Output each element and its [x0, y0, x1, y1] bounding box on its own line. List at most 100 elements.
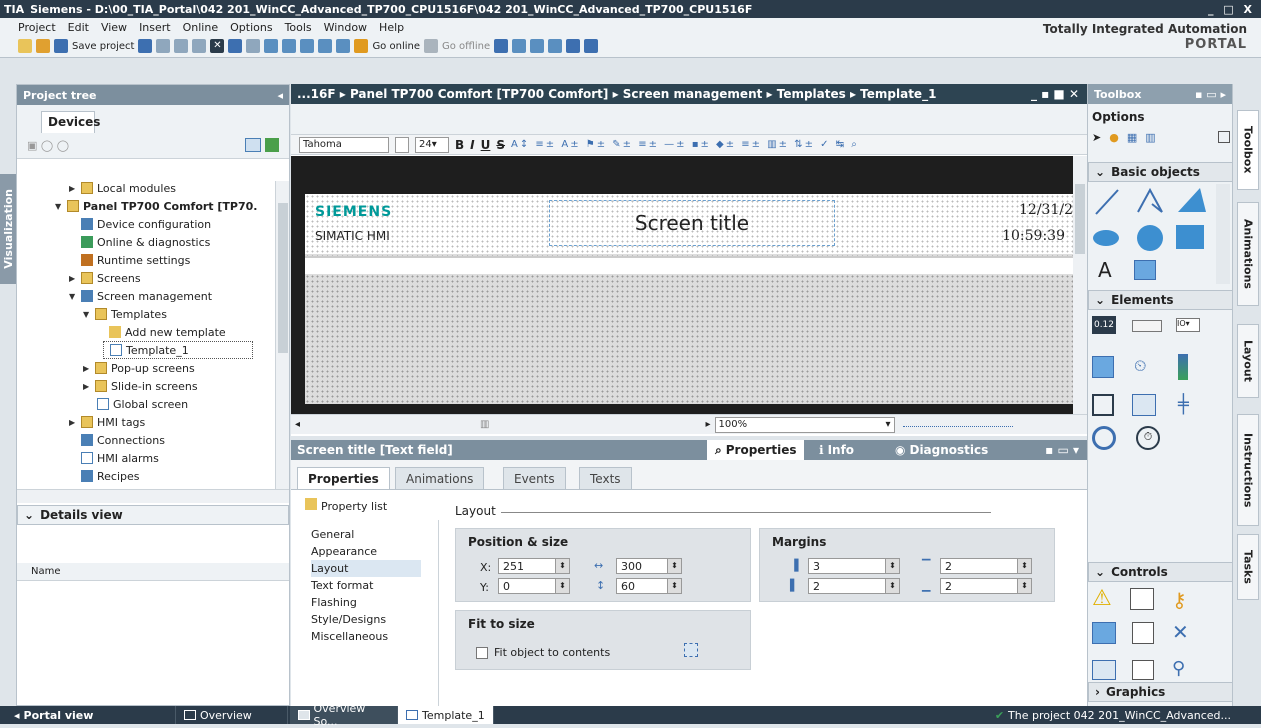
tab-toolbox[interactable]: Toolbox — [1237, 110, 1259, 190]
basic-objects-header[interactable]: ⌄ Basic objects — [1088, 162, 1233, 182]
download-icon[interactable] — [282, 39, 297, 53]
controls-header[interactable]: ⌄ Controls — [1088, 562, 1233, 582]
go-online-button[interactable]: Go online — [372, 41, 420, 52]
polygon-tool-icon[interactable] — [1178, 188, 1206, 212]
strikethrough-button[interactable]: S — [496, 138, 505, 152]
tree-template-1[interactable]: Template_1 — [103, 341, 253, 359]
tab-properties-top[interactable]: ⌕ Properties — [707, 440, 805, 460]
undo-icon[interactable] — [228, 39, 243, 53]
font-picker-icon[interactable] — [395, 136, 409, 153]
redo-icon[interactable] — [246, 39, 261, 53]
tree-hmi-tags[interactable]: ▶ HMI tags — [69, 413, 145, 431]
tree-panel[interactable]: ▼ Panel TP700 Comfort [TP70. — [55, 197, 257, 215]
underline-button[interactable]: U — [481, 138, 491, 152]
y-input[interactable]: 0 ⬍ — [498, 578, 570, 594]
sm-view-icon[interactable]: ✕ — [1172, 620, 1189, 644]
tab-events[interactable]: Events — [503, 467, 566, 489]
overview-screens-tab[interactable]: Overview So... — [290, 702, 398, 728]
symbol-library-icon[interactable] — [1132, 394, 1156, 416]
breadcrumb[interactable]: ...16F ▸ Panel TP700 Comfort [TP700 Comf… — [297, 87, 936, 101]
stop-cpu-icon[interactable] — [548, 39, 563, 53]
gauge-icon[interactable] — [1092, 426, 1116, 450]
zoom-slider[interactable] — [902, 423, 1013, 427]
basic-scroll[interactable] — [1216, 184, 1230, 284]
user-view-icon[interactable]: ⚷ — [1172, 588, 1187, 612]
screen-title-field[interactable]: Screen title — [549, 200, 835, 246]
simulate-icon[interactable] — [318, 39, 333, 53]
bold-button[interactable]: B — [455, 138, 464, 152]
button-icon[interactable] — [1132, 320, 1162, 332]
tree-recipes[interactable]: Recipes — [81, 467, 140, 485]
overview-icon[interactable]: ▣ ◯ ◯ — [27, 139, 69, 152]
tree-hscroll[interactable] — [17, 489, 289, 503]
tree-screens[interactable]: ▶ Screens — [69, 269, 141, 287]
compile-icon[interactable] — [264, 39, 279, 53]
symbolic-io-icon[interactable]: IO▾ — [1176, 318, 1200, 332]
trend-view-icon[interactable] — [1130, 588, 1154, 610]
date-time-field-icon[interactable]: ⏲ — [1134, 356, 1146, 376]
tree-screen-mgmt[interactable]: ▼ Screen management — [69, 287, 212, 305]
open-project-icon[interactable] — [36, 39, 50, 53]
menu-flashing[interactable]: Flashing — [311, 594, 421, 611]
menu-general[interactable]: General — [311, 526, 421, 543]
io-field-icon[interactable]: 0.12 — [1092, 316, 1116, 334]
hmi-date[interactable]: 12/31/2 — [1019, 202, 1073, 218]
font-size-select[interactable]: 24 ▾ — [415, 136, 449, 153]
margin-bottom-input[interactable]: 2 ⬍ — [940, 578, 1032, 594]
toolbox-controls[interactable]: ▪ ▭ ▸ — [1195, 88, 1226, 101]
tab-tasks-task[interactable]: Tasks — [1237, 534, 1259, 600]
details-view-header[interactable]: ⌄ Details view — [17, 505, 289, 525]
go-offline-button[interactable]: Go offline — [442, 41, 490, 52]
pointer-icon[interactable]: ➤ — [1092, 131, 1101, 144]
go-offline-icon[interactable] — [424, 39, 438, 53]
tab-info-top[interactable]: ℹ Info — [811, 440, 862, 460]
tree-popup-screens[interactable]: ▶ Pop-up screens — [83, 359, 195, 377]
switch-icon[interactable] — [1092, 394, 1114, 416]
screen-canvas[interactable]: SIEMENS SIMATIC HMI Screen title 12/31/2… — [291, 156, 1087, 414]
tab-texts[interactable]: Texts — [579, 467, 632, 489]
portal-view-button[interactable]: ◂ Portal view — [0, 706, 176, 724]
circle-tool-icon[interactable] — [1137, 225, 1163, 251]
cross-reference-icon[interactable] — [512, 39, 527, 53]
delete-icon[interactable]: ✕ — [210, 39, 225, 53]
visualization-tab[interactable]: Visualization — [0, 174, 16, 284]
status-message[interactable]: ✔ The project 042 201_WinCC_Advanced... — [995, 709, 1231, 722]
canvas-hscroll[interactable]: ◂ ▥ ▸ 100% ▾ — [291, 414, 1087, 434]
zoom-select[interactable]: 100% ▾ — [714, 416, 895, 433]
graphic-io-icon[interactable] — [1092, 356, 1114, 378]
ellipse-tool-icon[interactable] — [1093, 230, 1119, 246]
menu-insert[interactable]: Insert — [139, 21, 171, 34]
tab-instructions-task[interactable]: Instructions — [1237, 414, 1259, 526]
hmi-subbrand[interactable]: SIMATIC HMI — [315, 229, 390, 243]
overview-button[interactable]: Overview — [176, 706, 288, 724]
view-icon[interactable]: ▥ — [1145, 131, 1155, 144]
tab-properties[interactable]: Properties — [297, 467, 390, 489]
menu-project[interactable]: Project — [18, 21, 56, 34]
tab-layout-task[interactable]: Layout — [1237, 324, 1259, 398]
menu-appearance[interactable]: Appearance — [311, 543, 421, 560]
save-icon[interactable] — [54, 39, 68, 53]
menu-help[interactable]: Help — [379, 21, 404, 34]
f-view-icon[interactable] — [1092, 660, 1116, 680]
elements-header[interactable]: ⌄ Elements — [1088, 290, 1233, 310]
menu-online[interactable]: Online — [183, 21, 218, 34]
runtime-icon[interactable] — [336, 39, 351, 53]
show-details-icon[interactable] — [245, 138, 261, 152]
text-format-icons[interactable]: A↕ ≡± A± ⚑± ✎± ≡± —± ▪± ◆± ≡± ▥± ⇅± ✓ ↹ … — [511, 139, 859, 150]
tree-vscroll[interactable] — [275, 181, 289, 489]
start-cpu-icon[interactable] — [530, 39, 545, 53]
copy-icon[interactable] — [174, 39, 189, 53]
menu-edit[interactable]: Edit — [68, 21, 89, 34]
margin-top-input[interactable]: 2 ⬍ — [940, 558, 1032, 574]
tree-local-modules[interactable]: ▶ Local modules — [69, 179, 176, 197]
menu-text-format[interactable]: Text format — [311, 577, 421, 594]
tab-animations-task[interactable]: Animations — [1237, 202, 1259, 306]
window-controls[interactable]: _ □ X — [1208, 3, 1261, 16]
menu-options[interactable]: Options — [230, 21, 272, 34]
split-vertical-icon[interactable] — [584, 39, 599, 53]
accessible-devices-icon[interactable] — [494, 39, 509, 53]
fit-preview-icon[interactable] — [684, 643, 698, 657]
clock-icon[interactable]: ⏱ — [1136, 426, 1160, 450]
go-online-icon[interactable] — [354, 39, 369, 53]
tree-templates[interactable]: ▼ Templates — [83, 305, 167, 323]
